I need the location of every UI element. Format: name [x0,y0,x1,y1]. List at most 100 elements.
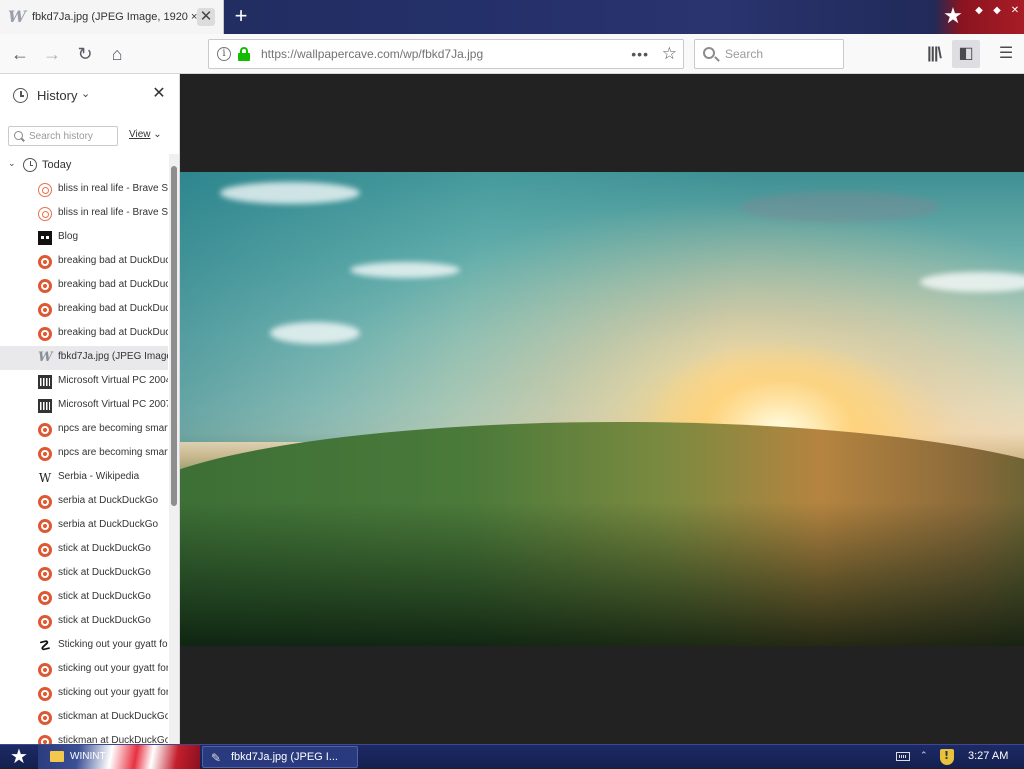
taskbar: ★ WININT ✎ fbkd7Ja.jpg (JPEG I... ⌃ 3:27… [0,744,1024,769]
sidebar-toggle-icon[interactable]: ◧ [952,40,980,68]
tab-active[interactable]: W fbkd7Ja.jpg (JPEG Image, 1920 × 1080 p… [0,0,224,34]
search-icon [14,131,23,140]
history-item-label: Microsoft Virtual PC 2004 [58,375,168,386]
history-item[interactable]: Blog [0,226,168,250]
security-shield-icon[interactable] [940,749,954,765]
scrollbar-thumb[interactable] [171,166,177,506]
history-sidebar: History ⌄ ✕ View ⌄ ⌄ Today bliss in real… [0,74,180,744]
wallpaper-image[interactable] [180,172,1024,646]
taskbar-window-label: fbkd7Ja.jpg (JPEG I... [231,751,338,763]
history-item[interactable]: bliss in real life - Brave Search [0,202,168,226]
history-item-label: Blog [58,231,79,242]
reload-button[interactable]: ↻ [71,40,99,68]
history-item[interactable]: stickman at DuckDuckGo [0,730,168,744]
blog-favicon-icon [38,231,52,245]
history-item[interactable]: ☡ Sticking out your gyatt for the rizzler [0,634,168,658]
history-item[interactable]: stick at DuckDuckGo [0,610,168,634]
firefox-window-icon: ✎ [211,751,222,765]
url-text[interactable]: https://wallpapercave.com/wp/fbkd7Ja.jpg [261,47,483,61]
keyboard-icon[interactable] [896,752,910,761]
history-item-label: bliss in real life - Brave Search [58,207,168,218]
history-item[interactable]: npcs are becoming smart at DuckDuckGo [0,442,168,466]
clock-icon [23,158,37,172]
bookmark-star-icon[interactable]: ☆ [662,44,677,64]
brave-favicon-icon [38,207,52,221]
ddg-favicon-icon [38,495,52,509]
ddg-favicon-icon [38,327,52,341]
history-item-label: breaking bad at DuckDuckGo [58,255,168,266]
history-item[interactable]: npcs are becoming smart at DuckDuckGo [0,418,168,442]
history-item[interactable]: stick at DuckDuckGo [0,538,168,562]
quick-launch-folder[interactable]: WININT [38,745,200,769]
folder-icon [50,751,64,762]
home-button[interactable]: ⌂ [103,40,131,68]
page-actions-icon[interactable]: ••• [631,46,649,62]
history-item[interactable]: Microsoft Virtual PC 2007 [0,394,168,418]
search-input[interactable] [725,46,835,62]
history-search-box[interactable] [8,126,118,146]
chevron-down-icon: ⌄ [153,129,162,140]
start-star-icon[interactable]: ★ [0,745,38,769]
history-item[interactable]: stick at DuckDuckGo [0,562,168,586]
history-item[interactable]: stick at DuckDuckGo [0,586,168,610]
hill-shadow [180,502,1024,646]
taskbar-window-button[interactable]: ✎ fbkd7Ja.jpg (JPEG I... [202,746,358,768]
ddg-favicon-icon [38,735,52,744]
history-item-label: npcs are becoming smart at DuckDuckGo [58,447,168,458]
url-bar[interactable]: i https://wallpapercave.com/wp/fbkd7Ja.j… [208,39,684,69]
ddg-favicon-icon [38,591,52,605]
history-item-label: npcs are becoming smart at DuckDuckGo [58,423,168,434]
forward-button[interactable]: → [38,40,66,68]
menu-hamburger-icon[interactable]: ☰ [992,40,1020,68]
maximize-icon[interactable]: ◆ [990,4,1004,18]
sidebar-scrollbar[interactable] [169,154,179,744]
history-item[interactable]: serbia at DuckDuckGo [0,490,168,514]
ddg-favicon-icon [38,615,52,629]
history-item-label: serbia at DuckDuckGo [58,519,159,530]
close-window-icon[interactable]: ✕ [1008,4,1022,18]
taskbar-clock[interactable]: 3:27 AM [968,750,1008,762]
history-item[interactable]: bliss in real life - Brave Search [0,178,168,202]
navigation-toolbar: ← → ↻ ⌂ i https://wallpapercave.com/wp/f… [0,34,1024,74]
history-item[interactable]: sticking out your gyatt for the rizzler … [0,682,168,706]
history-item[interactable]: breaking bad at DuckDuckGo [0,250,168,274]
history-item[interactable]: Wfbkd7Ja.jpg (JPEG Image, 1920 × 1080 pi… [0,346,168,370]
minimize-icon[interactable]: ◆ [972,4,986,18]
history-item[interactable]: breaking bad at DuckDuckGo [0,298,168,322]
sidebar-title[interactable]: History [37,88,77,103]
history-list: bliss in real life - Brave Search bliss i… [0,178,168,744]
history-item-label: breaking bad at DuckDuckGo [58,303,168,314]
ddg-favicon-icon [38,687,52,701]
history-item-label: Serbia - Wikipedia [58,471,140,482]
history-item[interactable]: breaking bad at DuckDuckGo [0,274,168,298]
tray-expand-icon[interactable]: ⌃ [920,750,928,761]
history-clock-icon [13,88,28,103]
history-item-label: serbia at DuckDuckGo [58,495,159,506]
history-item[interactable]: W Serbia - Wikipedia [0,466,168,490]
library-icon[interactable]: |||\ [920,40,948,68]
close-sidebar-icon[interactable]: ✕ [150,84,168,104]
brave-favicon-icon [38,183,52,197]
cloud [270,322,360,344]
view-menu-button[interactable]: View ⌄ [129,129,162,140]
site-info-icon[interactable]: i [217,47,231,61]
lock-icon[interactable] [238,47,250,61]
chevron-down-icon[interactable]: ⌄ [81,87,90,100]
search-bar[interactable] [694,39,844,69]
back-button[interactable]: ← [6,40,34,68]
twisty-open-icon[interactable]: ⌄ [8,158,16,169]
history-item[interactable]: sticking out your gyatt for the rizzler … [0,658,168,682]
star-logo-icon: ★ [943,3,963,28]
wall-favicon-icon: W [38,350,53,365]
close-tab-icon[interactable]: ✕ [197,8,215,26]
history-item[interactable]: serbia at DuckDuckGo [0,514,168,538]
history-item[interactable]: breaking bad at DuckDuckGo [0,322,168,346]
wallpapercave-w-icon: W [8,7,26,26]
title-bar: W fbkd7Ja.jpg (JPEG Image, 1920 × 1080 p… [0,0,1024,34]
search-icon [703,47,715,59]
new-tab-button[interactable]: + [230,5,252,27]
history-search-input[interactable] [29,130,115,143]
history-group-today[interactable]: ⌄ Today [6,158,166,174]
history-item[interactable]: stickman at DuckDuckGo [0,706,168,730]
history-item[interactable]: Microsoft Virtual PC 2004 [0,370,168,394]
